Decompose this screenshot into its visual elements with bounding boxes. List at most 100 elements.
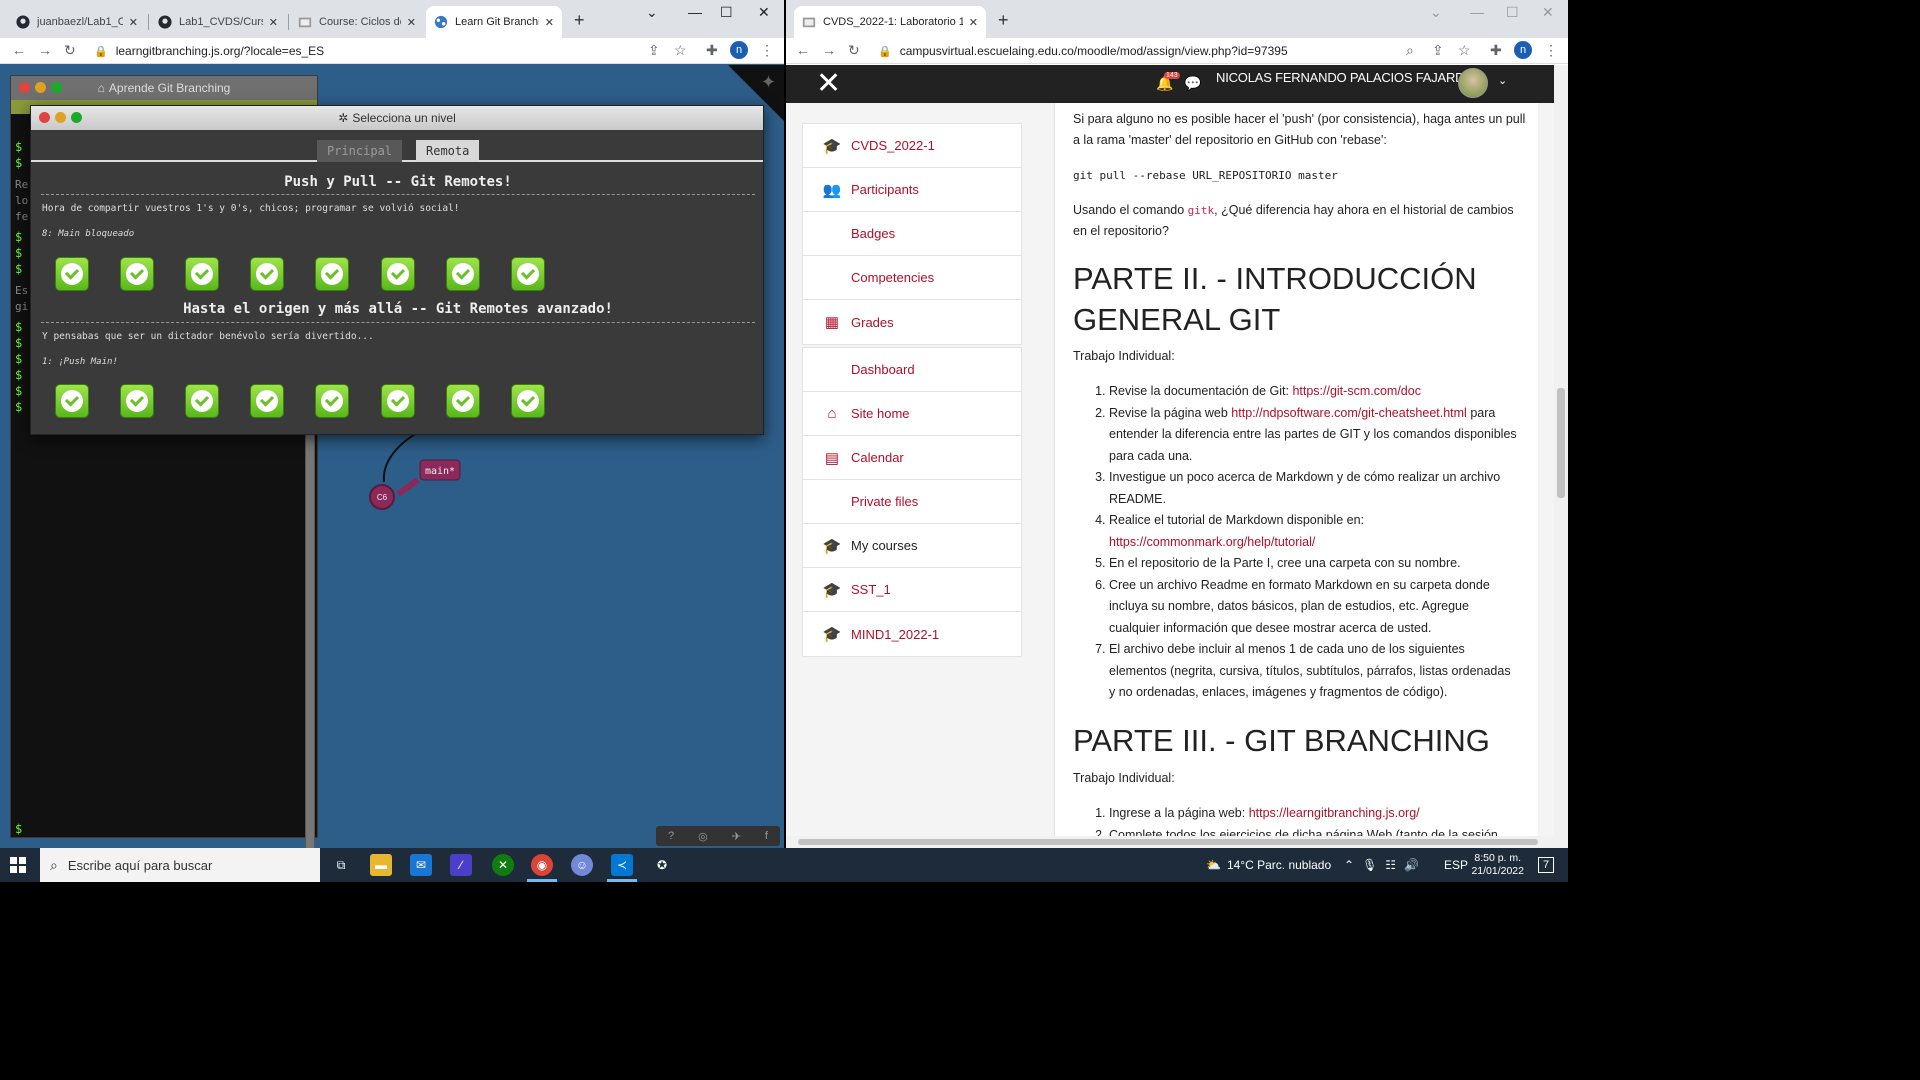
link[interactable]: https://git-scm.com/doc — [1292, 384, 1421, 398]
microphone-icon[interactable]: 🎙 — [1362, 858, 1377, 872]
share-icon[interactable]: ⇪ — [1432, 42, 1444, 59]
level-button[interactable] — [250, 257, 284, 291]
menu-icon[interactable]: ⋮ — [760, 42, 774, 59]
level-button[interactable] — [185, 257, 219, 291]
level-button[interactable] — [55, 257, 89, 291]
weather-widget[interactable]: ⛅ 14°C Parc. nublado — [1206, 848, 1331, 882]
windows-start-icon[interactable] — [10, 857, 26, 873]
nav-item[interactable]: Dashboard — [803, 348, 1021, 392]
nav-item[interactable]: Badges — [803, 212, 1021, 256]
app-icon[interactable]: ✪ — [651, 854, 673, 876]
close-tab-icon[interactable]: ✕ — [969, 16, 978, 29]
forward-icon[interactable]: → — [822, 42, 836, 58]
level-button[interactable] — [446, 384, 480, 418]
new-tab-icon[interactable]: + — [574, 10, 585, 31]
star-icon[interactable]: ☆ — [1458, 42, 1471, 59]
minimize-dot-icon[interactable] — [55, 112, 66, 123]
close-window-icon[interactable]: ✕ — [758, 4, 770, 21]
address-bar[interactable]: 🔒 learngitbranching.js.org/?locale=es_ES — [94, 40, 634, 62]
close-tab-icon[interactable]: ✕ — [545, 16, 554, 29]
volume-icon[interactable]: 🔊 — [1404, 858, 1419, 872]
xbox-icon[interactable]: ✕ — [492, 854, 514, 876]
level-button[interactable] — [381, 257, 415, 291]
task-view-icon[interactable]: ⧉ — [330, 854, 352, 876]
command-input-prompt[interactable]: $ — [15, 822, 22, 836]
level-button[interactable] — [55, 384, 89, 418]
nav-item[interactable]: ▤ Calendar — [803, 436, 1021, 480]
back-icon[interactable]: ← — [12, 42, 26, 58]
share-icon[interactable]: ⇪ — [648, 42, 660, 59]
facebook-icon[interactable]: f — [765, 830, 768, 842]
user-name[interactable]: NICOLAS FERNANDO PALACIOS FAJARDO — [1216, 70, 1474, 85]
help-icon[interactable]: ? — [668, 830, 674, 842]
close-tab-icon[interactable]: ✕ — [129, 16, 138, 29]
profile-avatar[interactable]: n — [730, 41, 748, 59]
vscode-icon[interactable]: ≺ — [611, 854, 633, 876]
close-drawer-icon[interactable]: ✕ — [816, 69, 841, 99]
tab-principal[interactable]: Principal — [317, 140, 403, 162]
chevron-down-icon[interactable]: ⌄ — [1498, 74, 1507, 87]
chrome-icon[interactable]: ◉ — [531, 854, 553, 876]
file-explorer-icon[interactable]: ▬ — [370, 854, 392, 876]
reload-icon[interactable]: ↻ — [64, 42, 76, 59]
level-button[interactable] — [511, 257, 545, 291]
close-dot-icon[interactable] — [39, 112, 50, 123]
clock[interactable]: 8:50 p. m. 21/01/2022 — [1471, 852, 1524, 878]
level-button[interactable] — [315, 384, 349, 418]
nav-item[interactable]: ▦ Grades — [803, 300, 1021, 344]
nav-item[interactable]: ⌂ Site home — [803, 392, 1021, 436]
chevron-up-icon[interactable]: ⌃ — [1344, 858, 1354, 872]
level-button[interactable] — [381, 384, 415, 418]
minimize-icon[interactable]: — — [688, 4, 702, 20]
chat-icon[interactable]: 💬 — [1184, 75, 1201, 92]
level-button[interactable] — [185, 384, 219, 418]
tab-search-icon[interactable]: ⌄ — [1430, 4, 1442, 21]
level-button[interactable] — [315, 257, 349, 291]
maximize-icon[interactable]: ☐ — [1506, 4, 1519, 21]
nav-item[interactable]: Competencies — [803, 256, 1021, 300]
twitter-icon[interactable]: ✈ — [732, 830, 741, 843]
nav-item[interactable]: 🎓 My courses — [803, 524, 1021, 568]
extensions-icon[interactable]: ✚ — [706, 42, 718, 59]
tab-course[interactable]: Course: Ciclos de Vi ✕ — [290, 6, 424, 38]
nav-item[interactable]: Private files — [803, 480, 1021, 524]
new-tab-icon[interactable]: + — [998, 10, 1009, 31]
close-dot-icon[interactable] — [19, 82, 30, 93]
link[interactable]: https://commonmark.org/help/tutorial/ — [1109, 535, 1315, 549]
star-icon[interactable]: ☆ — [674, 42, 687, 59]
tab-moodle-lab[interactable]: CVDS_2022-1: Laboratorio 1 - Int ✕ — [794, 6, 986, 38]
extensions-icon[interactable]: ✚ — [1490, 42, 1502, 59]
menu-icon[interactable]: ⋮ — [1544, 42, 1558, 59]
language-indicator[interactable]: ESP — [1444, 848, 1468, 882]
maximize-dot-icon[interactable] — [71, 112, 82, 123]
tab-github-lab1[interactable]: juanbaezl/Lab1_CVD ✕ — [8, 6, 146, 38]
close-tab-icon[interactable]: ✕ — [407, 16, 416, 29]
level-button[interactable] — [120, 257, 154, 291]
zoom-icon[interactable]: ⌕ — [1406, 42, 1414, 59]
back-icon[interactable]: ← — [796, 42, 810, 58]
nav-item[interactable]: 👥 Participants — [803, 168, 1021, 212]
tab-search-icon[interactable]: ⌄ — [646, 4, 658, 21]
level-button[interactable] — [511, 384, 545, 418]
link[interactable]: https://learngitbranching.js.org/ — [1249, 806, 1420, 820]
minimize-dot-icon[interactable] — [35, 82, 46, 93]
mail-icon[interactable]: ✉ — [410, 854, 432, 876]
forward-icon[interactable]: → — [38, 42, 52, 58]
nav-item[interactable]: 🎓 SST_1 — [803, 568, 1021, 612]
tab-learn-git-branching[interactable]: Learn Git Branching ✕ — [426, 6, 562, 38]
address-bar[interactable]: 🔒 campusvirtual.escuelaing.edu.co/moodle… — [878, 40, 1398, 62]
taskbar-search[interactable]: ⌕ Escribe aquí para buscar — [40, 848, 320, 882]
maximize-icon[interactable]: ☐ — [720, 4, 733, 21]
octocat-icon[interactable]: ✦ — [761, 72, 776, 93]
globe-icon[interactable]: ◎ — [698, 830, 708, 843]
profile-avatar[interactable]: n — [1514, 41, 1532, 59]
tab-github-curso[interactable]: Lab1_CVDS/CursoP ✕ — [150, 6, 286, 38]
close-tab-icon[interactable]: ✕ — [269, 16, 278, 29]
level-button[interactable] — [250, 384, 284, 418]
nav-item[interactable]: 🎓 CVDS_2022-1 — [803, 124, 1021, 168]
discord-icon[interactable]: ☺ — [571, 854, 593, 876]
nav-item[interactable]: 🎓 MIND1_2022-1 — [803, 612, 1021, 656]
network-icon[interactable]: ☷ — [1385, 858, 1396, 872]
horizontal-scrollbar[interactable] — [786, 836, 1568, 848]
maximize-dot-icon[interactable] — [51, 82, 62, 93]
